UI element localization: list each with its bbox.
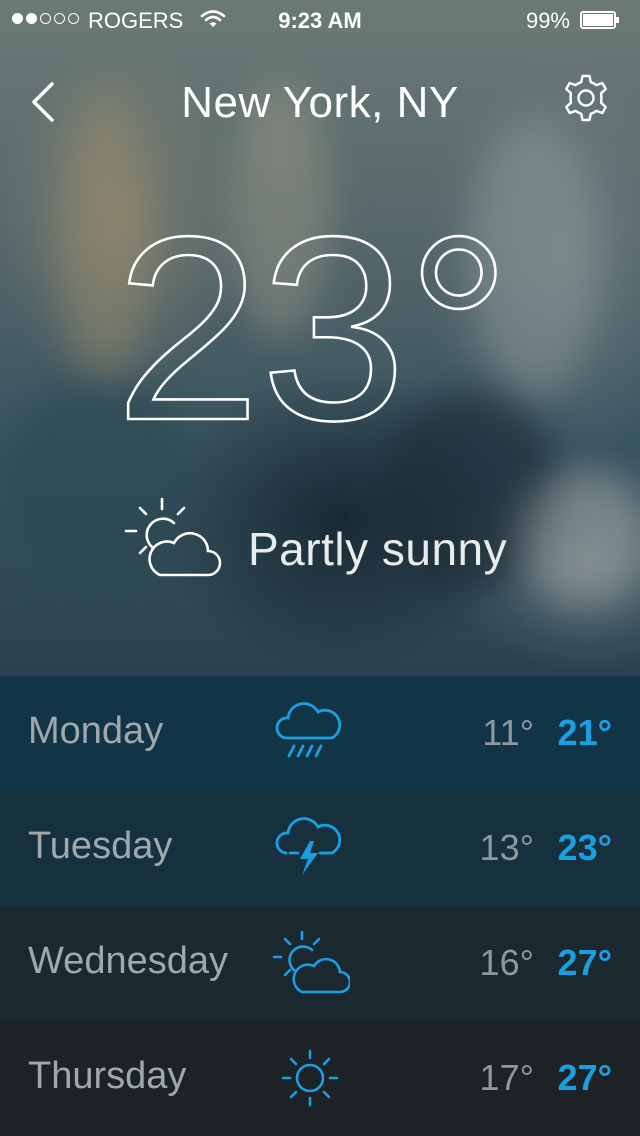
gear-icon[interactable] [560, 72, 612, 124]
forecast-row-thursday: Thursday 17° 27° [0, 1021, 640, 1136]
status-bar: ROGERS 9:23 AM 99% [0, 0, 640, 40]
forecast-low: 17° [479, 1057, 534, 1098]
forecast-row-monday: Monday 11° 21° [0, 676, 640, 791]
forecast-high: 23° [557, 827, 612, 868]
battery-percentage: 99% [525, 8, 570, 33]
battery-icon [580, 11, 619, 29]
current-temperature: 23° [115, 205, 513, 445]
partly-sunny-icon [124, 497, 222, 577]
svg-text:23°: 23° [115, 205, 511, 445]
sunny-icon [281, 1049, 339, 1107]
thunderstorm-icon [275, 817, 342, 875]
forecast-row-tuesday: Tuesday 13° 23° [0, 791, 640, 906]
rain-icon [275, 702, 342, 758]
forecast-low: 13° [479, 827, 534, 868]
current-condition: Partly sunny [248, 523, 508, 575]
forecast-list: Monday 11° 21° Tuesday 13° 23° Wednesday [0, 676, 640, 1136]
forecast-low: 16° [479, 942, 534, 983]
partly-sunny-icon [272, 930, 350, 994]
forecast-day: Monday [28, 710, 164, 752]
forecast-day: Wednesday [28, 940, 228, 982]
forecast-high: 27° [557, 1057, 612, 1098]
page-title: New York, NY [181, 78, 459, 127]
forecast-row-wednesday: Wednesday 16° 27° [0, 906, 640, 1021]
forecast-day: Thursday [28, 1055, 187, 1097]
forecast-high: 21° [557, 712, 612, 753]
forecast-low: 11° [482, 712, 534, 753]
forecast-day: Tuesday [28, 825, 173, 867]
forecast-high: 27° [557, 942, 612, 983]
